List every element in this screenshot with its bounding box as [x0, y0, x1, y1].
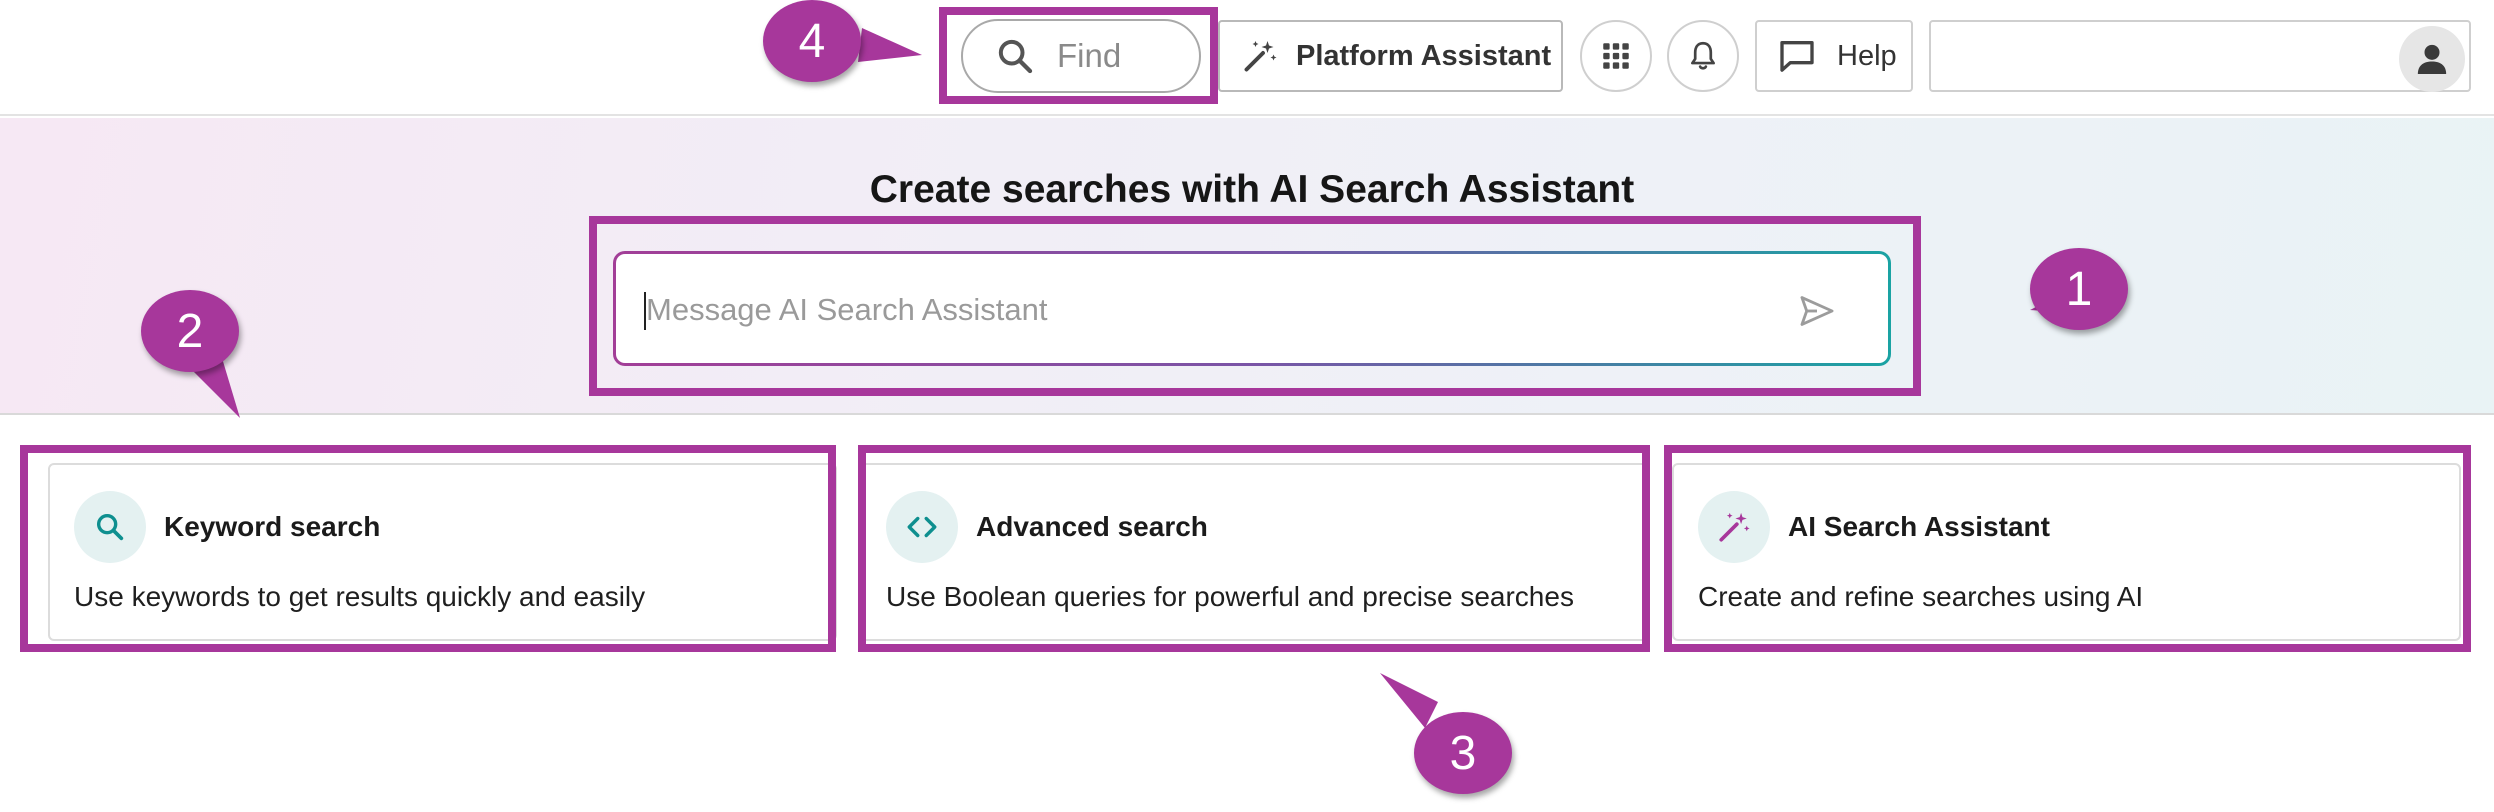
- highlight-keyword-search-card: [20, 445, 836, 652]
- annotation-pointers: [192, 28, 2098, 728]
- page: Find Platform Assistant Help Create sear…: [0, 0, 2494, 812]
- annotation-badge-3: 3: [1414, 712, 1512, 794]
- highlight-ai-search-assistant-card: [1664, 445, 2471, 652]
- badge-3-pointer: [1380, 673, 1438, 728]
- annotation-badge-4: 4: [763, 0, 861, 82]
- annotation-badge-2: 2: [141, 290, 239, 372]
- highlight-advanced-search-card: [858, 445, 1650, 652]
- badge-4-pointer: [858, 28, 922, 62]
- highlight-ai-message-input: [589, 216, 1921, 396]
- annotation-badge-1: 1: [2030, 248, 2128, 330]
- highlight-find-box: [939, 7, 1218, 104]
